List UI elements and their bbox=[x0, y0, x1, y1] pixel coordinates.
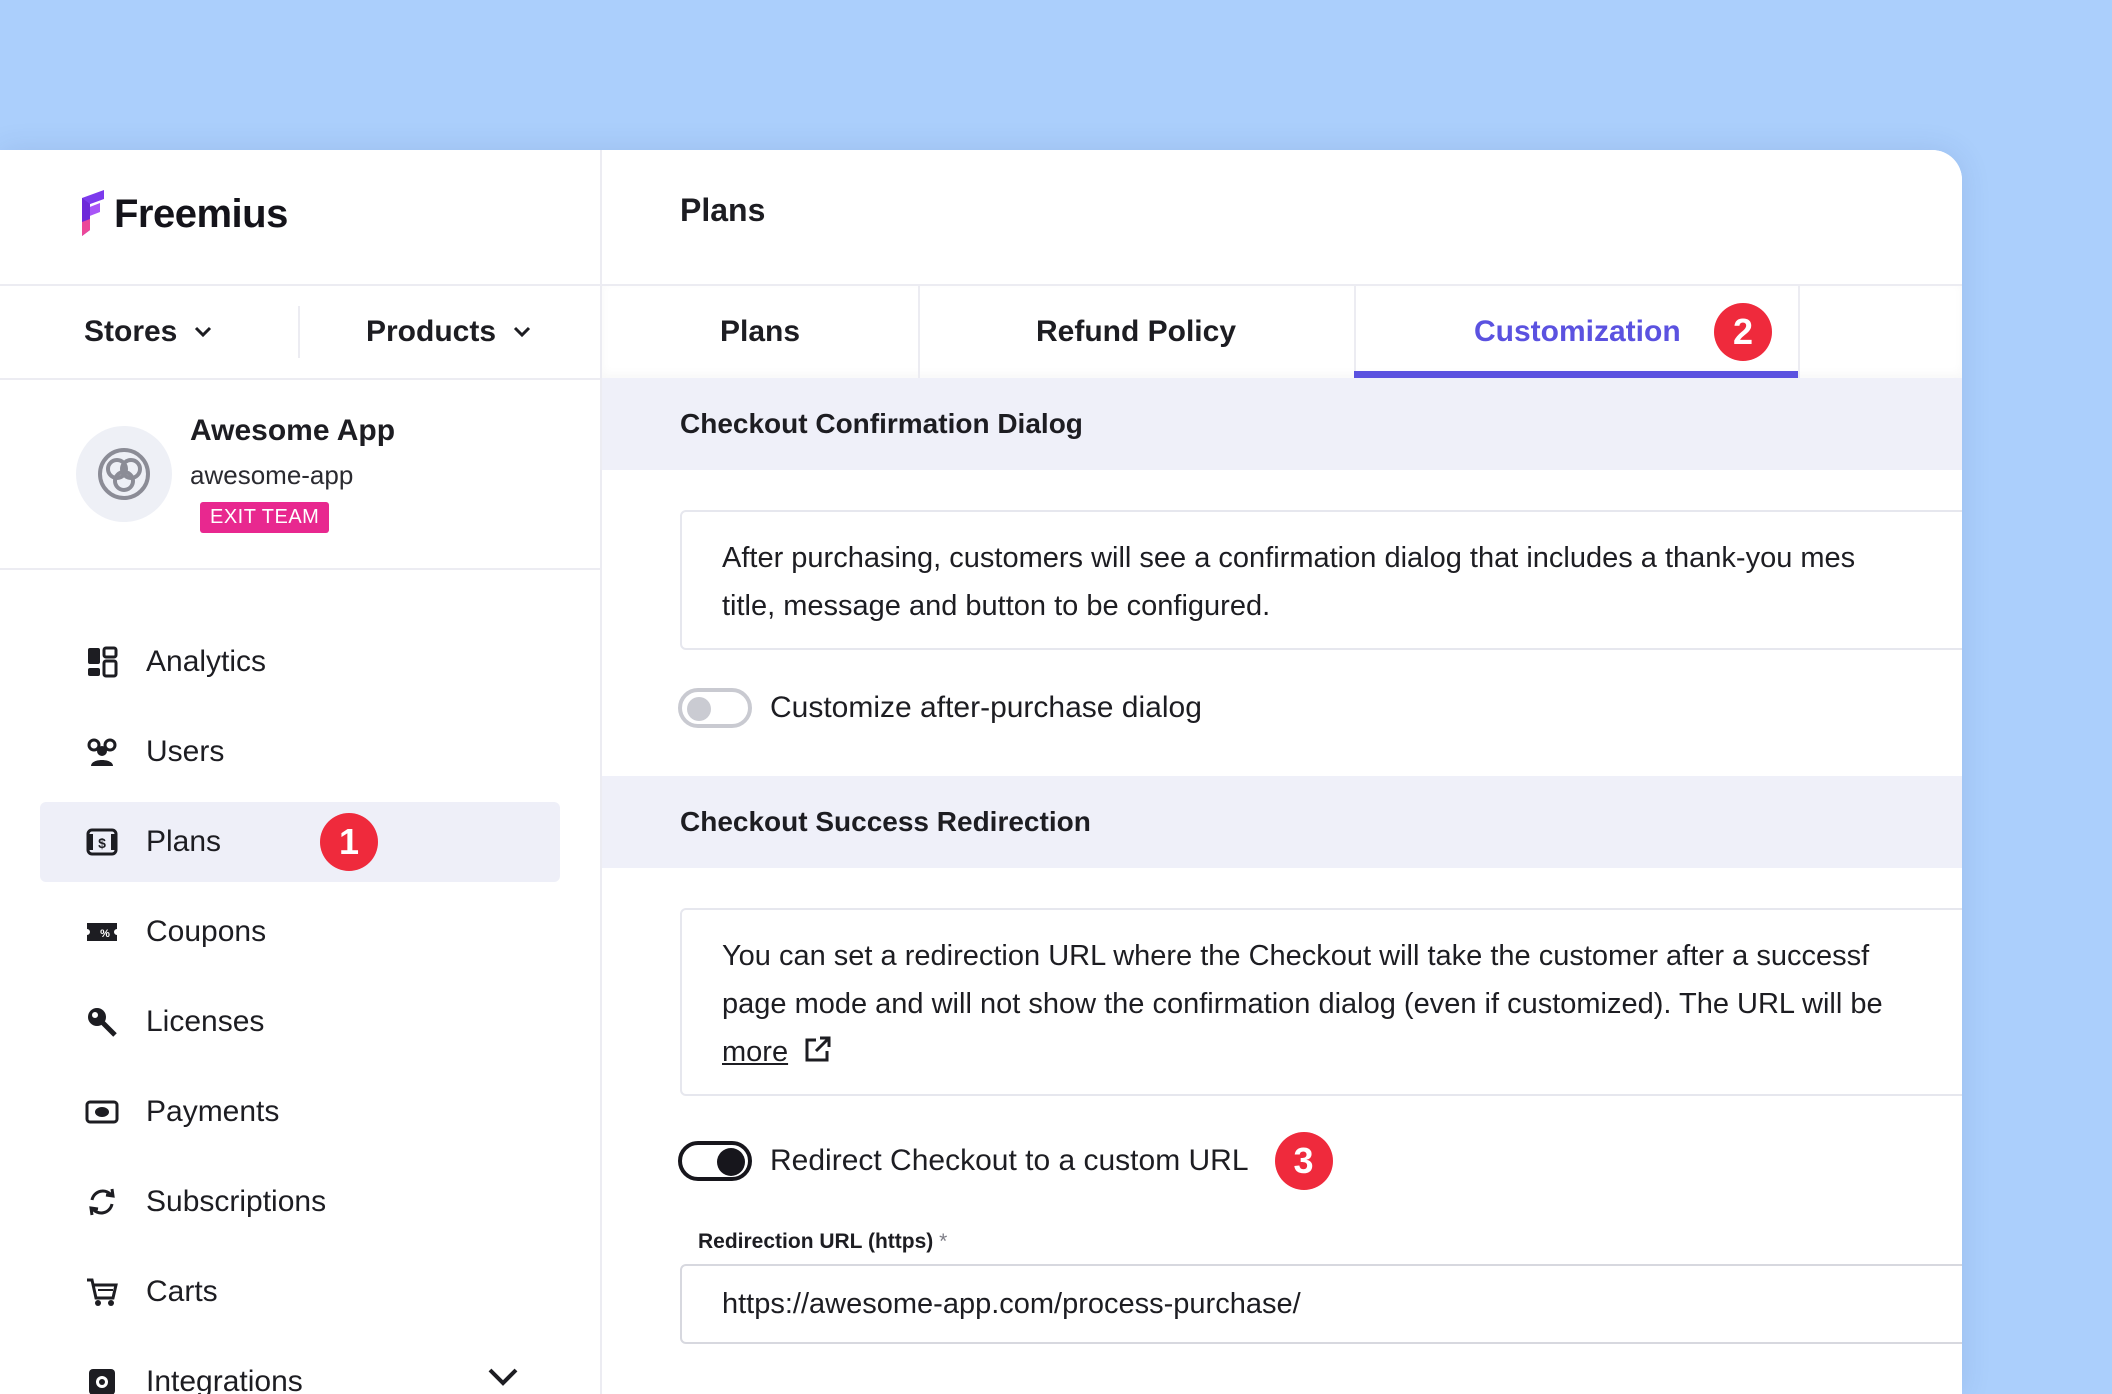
users-icon bbox=[84, 734, 120, 770]
field-label-text: Redirection URL (https) bbox=[698, 1230, 934, 1253]
toggle-knob bbox=[717, 1148, 745, 1176]
redirection-description: You can set a redirection URL where the … bbox=[680, 908, 1962, 1096]
active-tab-indicator bbox=[1354, 371, 1798, 378]
sidebar-item-label: Analytics bbox=[146, 645, 267, 678]
tab-label: Refund Policy bbox=[1035, 315, 1237, 348]
sidebar-item-label: Plans bbox=[146, 825, 222, 858]
exit-team-button[interactable]: EXIT TEAM bbox=[200, 502, 330, 533]
section-heading: Checkout Confirmation Dialog bbox=[602, 378, 1962, 470]
page-title: Plans bbox=[680, 192, 766, 228]
products-label: Products bbox=[366, 315, 497, 348]
app-logo-icon bbox=[98, 448, 150, 500]
redirection-url-label: Redirection URL (https) * bbox=[698, 1230, 947, 1254]
sidebar-item-subscriptions[interactable]: Subscriptions bbox=[40, 1162, 560, 1242]
sidebar: Freemius Stores Products Awesome App awe… bbox=[0, 150, 602, 1394]
sidebar-item-label: Subscriptions bbox=[146, 1185, 327, 1218]
store-product-selectors: Stores Products bbox=[0, 284, 600, 380]
tab-label: Plans bbox=[719, 315, 801, 348]
redirect-toggle-row: Redirect Checkout to a custom URL 3 bbox=[678, 1132, 1333, 1190]
products-dropdown[interactable]: Products bbox=[366, 286, 532, 378]
customize-dialog-toggle[interactable] bbox=[678, 688, 752, 728]
selector-divider bbox=[298, 306, 300, 358]
chevron-down-icon bbox=[195, 326, 212, 338]
step-badge: 1 bbox=[320, 813, 378, 871]
tab-customization[interactable]: Customization 2 bbox=[1354, 286, 1800, 378]
description-line: page mode and will not show the confirma… bbox=[722, 988, 1883, 1020]
description-line: title, message and button to be configur… bbox=[722, 590, 1271, 622]
analytics-icon bbox=[84, 644, 120, 680]
tab-refund-policy[interactable]: Refund Policy bbox=[918, 286, 1356, 378]
subscriptions-icon bbox=[84, 1184, 120, 1220]
step-badge: 3 bbox=[1274, 1132, 1333, 1190]
sidebar-item-label: Carts bbox=[146, 1275, 218, 1308]
toggle-label: Redirect Checkout to a custom URL bbox=[770, 1144, 1249, 1177]
sidebar-item-payments[interactable]: Payments bbox=[40, 1072, 560, 1152]
team-card: Awesome App awesome-app EXIT TEAM bbox=[0, 378, 600, 570]
plans-icon: $ bbox=[84, 824, 120, 860]
chevron-down-icon[interactable] bbox=[486, 1366, 520, 1388]
integrations-icon bbox=[84, 1364, 120, 1394]
customize-dialog-toggle-row: Customize after-purchase dialog bbox=[678, 688, 1202, 728]
main-content: Plans Plans Refund Policy Customization … bbox=[602, 150, 1962, 1394]
team-name: Awesome App bbox=[190, 414, 396, 447]
tab-bar: Plans Refund Policy Customization 2 bbox=[602, 284, 1962, 378]
required-marker: * bbox=[939, 1230, 948, 1253]
carts-icon bbox=[84, 1274, 120, 1310]
tab-plans[interactable]: Plans bbox=[602, 286, 920, 378]
description-line: You can set a redirection URL where the … bbox=[722, 940, 1870, 972]
app-window: Freemius Stores Products Awesome App awe… bbox=[0, 150, 1962, 1394]
licenses-icon bbox=[84, 1004, 120, 1040]
sidebar-item-label: Payments bbox=[146, 1095, 280, 1128]
freemius-logo-icon bbox=[82, 190, 104, 236]
stores-dropdown[interactable]: Stores bbox=[84, 286, 213, 378]
svg-text:%: % bbox=[100, 928, 110, 940]
sidebar-item-label: Integrations bbox=[146, 1365, 303, 1394]
learn-more-link[interactable]: more bbox=[722, 1036, 788, 1068]
sidebar-item-integrations[interactable]: Integrations bbox=[40, 1342, 560, 1394]
sidebar-nav: Analytics Users $ Plans 1 % Coupons Lice… bbox=[40, 622, 560, 1394]
payments-icon bbox=[84, 1094, 120, 1130]
sidebar-item-label: Users bbox=[146, 735, 225, 768]
step-badge: 2 bbox=[1714, 303, 1772, 361]
toggle-knob bbox=[687, 697, 711, 721]
svg-text:$: $ bbox=[98, 835, 106, 851]
stores-label: Stores bbox=[84, 315, 178, 348]
sidebar-item-carts[interactable]: Carts bbox=[40, 1252, 560, 1332]
confirmation-description: After purchasing, customers will see a c… bbox=[680, 510, 1962, 650]
sidebar-item-label: Coupons bbox=[146, 915, 267, 948]
brand-name: Freemius bbox=[114, 191, 288, 236]
freemius-logo[interactable]: Freemius bbox=[78, 190, 288, 238]
redirection-url-input[interactable] bbox=[680, 1264, 1962, 1344]
sidebar-item-label: Licenses bbox=[146, 1005, 265, 1038]
sidebar-item-coupons[interactable]: % Coupons bbox=[40, 892, 560, 972]
toggle-label: Customize after-purchase dialog bbox=[770, 691, 1202, 724]
sidebar-item-licenses[interactable]: Licenses bbox=[40, 982, 560, 1062]
description-line: After purchasing, customers will see a c… bbox=[722, 542, 1856, 574]
sidebar-item-plans[interactable]: $ Plans 1 bbox=[40, 802, 560, 882]
team-slug: awesome-app bbox=[190, 460, 354, 490]
redirect-checkout-toggle[interactable] bbox=[678, 1141, 752, 1181]
avatar bbox=[76, 426, 172, 522]
external-link-icon[interactable] bbox=[802, 1035, 832, 1065]
coupons-icon: % bbox=[84, 914, 120, 950]
section-heading: Checkout Success Redirection bbox=[602, 776, 1962, 868]
sidebar-item-analytics[interactable]: Analytics bbox=[40, 622, 560, 702]
chevron-down-icon bbox=[513, 326, 531, 338]
tab-label: Customization bbox=[1474, 315, 1681, 348]
sidebar-item-users[interactable]: Users bbox=[40, 712, 560, 792]
